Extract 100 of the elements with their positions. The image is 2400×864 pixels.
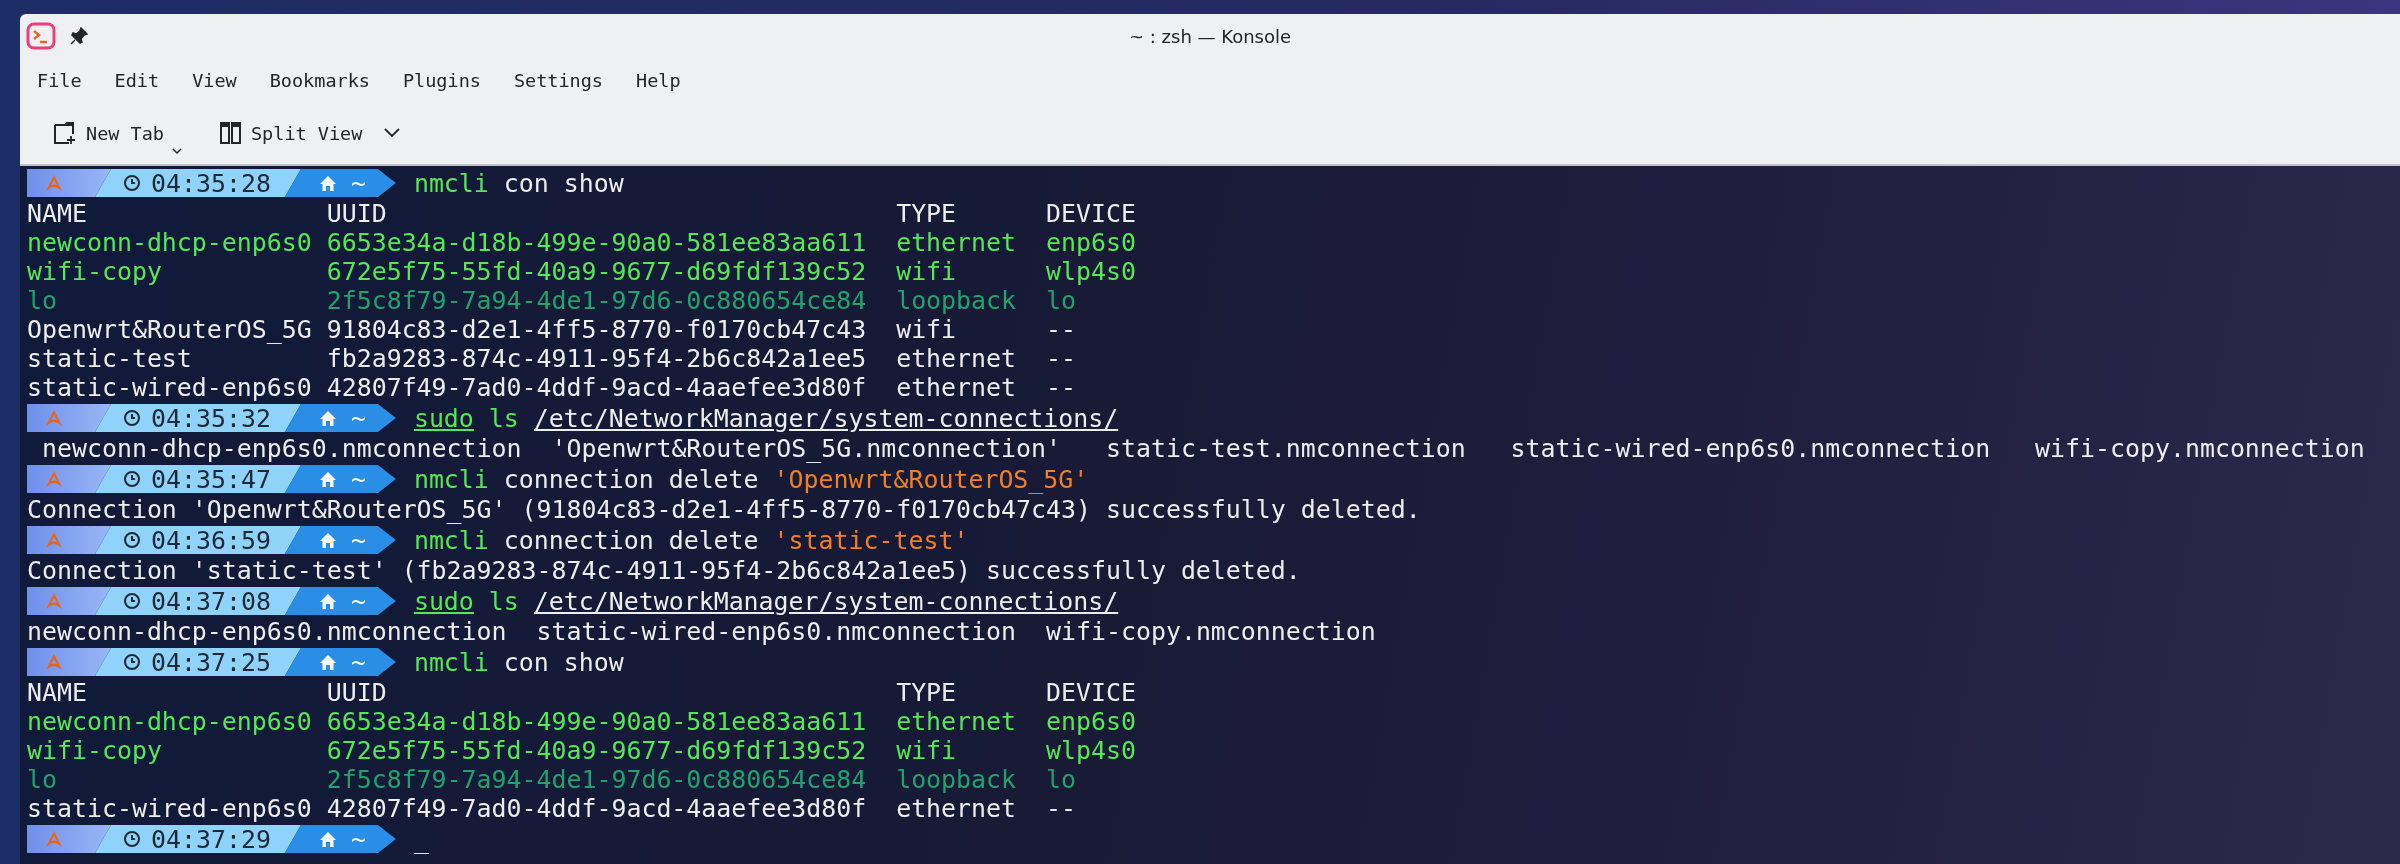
new-tab-icon (54, 121, 76, 145)
home-icon (318, 174, 337, 192)
table-cell-text: ethernet (896, 228, 1018, 257)
home-icon (318, 470, 337, 488)
menu-item[interactable]: File (26, 65, 98, 95)
prompt-time: 04:35:47 (151, 464, 271, 494)
table-cell-text: 672e5f75-55fd-40a9-9677-d69fdf139c52 (326, 257, 868, 286)
table-cell: -- (1046, 315, 1076, 344)
table-cell-text: 2f5c8f79-7a94-4de1-97d6-0c880654ce84 (326, 765, 868, 794)
file-name: wifi-copy.nmconnection (1046, 617, 1376, 646)
table-cell-text: static-test (27, 344, 193, 373)
file-name: newconn-dhcp-enp6s0.nmconnection (27, 617, 507, 646)
table-cell: enp6s0 (1046, 228, 1136, 257)
table-cell: lo (1046, 286, 1076, 315)
table-cell-text: wifi (896, 257, 958, 286)
column-header: TYPE (896, 199, 958, 228)
table-cell-text: wifi-copy (27, 736, 163, 765)
table-cell-text: 91804c83-d2e1-4ff5-8770-f0170cb47c43 (326, 315, 868, 344)
clock-icon (123, 470, 141, 488)
output-line: Connection 'Openwrt&RouterOS_5G' (91804c83-d2e1-4ff5-8770-f0170cb47c43) successfully deleted. (27, 495, 1422, 524)
column-header: UUID (326, 678, 388, 707)
table-cell: lo (1046, 765, 1076, 794)
table-cell-text: Openwrt&RouterOS_5G (27, 315, 313, 344)
table-cell-text: 42807f49-7ad0-4ddf-9acd-4aaefee3d80f (326, 373, 868, 402)
clock-icon (123, 653, 141, 671)
home-icon (318, 531, 337, 549)
text-cursor: _ (413, 824, 429, 854)
table-cell-text: fb2a9283-874c-4911-95f4-2b6c842a1ee5 (326, 344, 868, 373)
home-icon (318, 409, 337, 427)
table-cell-text: newconn-dhcp-enp6s0 (27, 707, 313, 736)
prompt-time: 04:35:28 (151, 168, 271, 198)
clock-icon (123, 174, 141, 192)
file-name: 'Openwrt&RouterOS_5G.nmconnection' (551, 434, 1061, 463)
prompt-time: 04:37:29 (151, 824, 271, 854)
file-name: static-test.nmconnection (1105, 434, 1466, 463)
column-header: UUID (326, 199, 388, 228)
clock-icon (123, 592, 141, 610)
clock-icon (123, 531, 141, 549)
triangle-logo-icon (45, 592, 63, 610)
column-header: TYPE (896, 678, 958, 707)
table-cell-text: lo (27, 765, 58, 794)
column-header: DEVICE (1046, 678, 1136, 707)
home-icon (318, 830, 337, 848)
prompt-directory: ~ (350, 168, 366, 198)
home-icon (318, 653, 337, 671)
triangle-logo-icon (45, 830, 63, 848)
prompt-directory: ~ (350, 647, 366, 677)
terminal-area[interactable] (20, 166, 2400, 864)
triangle-logo-icon (45, 531, 63, 549)
prompt-directory: ~ (350, 403, 366, 433)
command-line: nmcli con show (413, 647, 624, 677)
output-line: Connection 'static-test' (fb2a9283-874c-4911-95f4-2b6c842a1ee5) successfully deleted. (27, 556, 1302, 585)
command-line: sudo ls /etc/NetworkManager/system-connections/ (413, 586, 1119, 616)
table-cell: -- (1046, 344, 1076, 373)
table-cell: enp6s0 (1046, 707, 1136, 736)
menu-item[interactable]: Help (625, 65, 697, 95)
file-name: wifi-copy.nmconnection (2035, 434, 2365, 463)
triangle-logo-icon (45, 653, 63, 671)
home-icon (318, 592, 337, 610)
table-cell-text: 2f5c8f79-7a94-4de1-97d6-0c880654ce84 (326, 286, 868, 315)
table-cell-text: loopback (896, 765, 1018, 794)
command-line: nmcli connection delete 'Openwrt&RouterOS_5G' (413, 464, 1089, 494)
table-cell-text: static-wired-enp6s0 (27, 794, 313, 823)
file-name: static-wired-enp6s0.nmconnection (536, 617, 1017, 646)
table-cell-text: wifi (896, 736, 958, 765)
column-header: NAME (27, 199, 88, 228)
prompt-directory: ~ (350, 824, 366, 854)
clock-icon (123, 830, 141, 848)
table-cell-text: 6653e34a-d18b-499e-90a0-581ee83aa611 (326, 707, 868, 736)
column-header: DEVICE (1046, 199, 1136, 228)
menu-item[interactable]: Plugins (391, 65, 497, 95)
table-cell: wlp4s0 (1046, 257, 1136, 286)
split-view-button[interactable]: Split View (213, 116, 407, 150)
table-cell-text: ethernet (896, 344, 1018, 373)
column-header: NAME (27, 678, 88, 707)
terminal-app-icon (26, 22, 56, 50)
table-cell-text: loopback (896, 286, 1018, 315)
table-cell-text: newconn-dhcp-enp6s0 (27, 228, 313, 257)
table-cell-text: wifi (896, 315, 958, 344)
menu-item[interactable]: Settings (502, 65, 619, 95)
prompt-time: 04:35:32 (151, 403, 271, 433)
menu-item[interactable]: View (181, 65, 253, 95)
menu-item[interactable]: Bookmarks (258, 65, 386, 95)
window-title: ~ : zsh — Konsole (1128, 25, 1292, 47)
menu-item[interactable]: Edit (103, 65, 176, 95)
table-cell-text: 6653e34a-d18b-499e-90a0-581ee83aa611 (326, 228, 868, 257)
clock-icon (123, 409, 141, 427)
prompt-time: 04:37:25 (151, 647, 271, 677)
triangle-logo-icon (45, 174, 63, 192)
table-cell-text: ethernet (896, 794, 1018, 823)
table-cell-text: ethernet (896, 373, 1018, 402)
caret-icon (171, 147, 182, 155)
new-tab-button[interactable]: New Tab (48, 115, 170, 151)
prompt-directory: ~ (350, 586, 366, 616)
table-cell-text: lo (27, 286, 58, 315)
command-line: sudo ls /etc/NetworkManager/system-connections/ (413, 403, 1119, 433)
table-cell: -- (1046, 373, 1076, 402)
pin-icon[interactable] (70, 27, 88, 45)
table-cell-text: ethernet (896, 707, 1018, 736)
triangle-logo-icon (45, 409, 63, 427)
